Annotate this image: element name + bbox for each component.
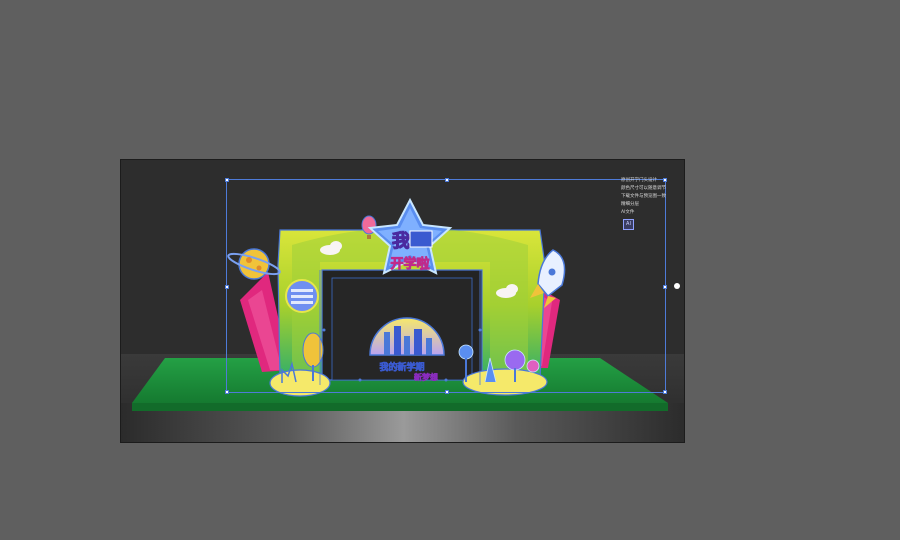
resize-handle-bottom-left[interactable] [225,390,229,394]
note-line: 下载文件与预览图一致 [621,194,666,199]
design-notes: 原创开学门头设计 颜色尺寸可以随意调节 下载文件与预览图一致 精细分层 AI文件 [621,177,681,217]
resize-handle-middle-left[interactable] [225,285,229,289]
note-line: AI文件 [621,210,635,215]
note-line: 精细分层 [621,202,639,207]
resize-handle-bottom-center[interactable] [445,390,449,394]
resize-handle-top-left[interactable] [225,178,229,182]
note-line: 原创开学门头设计 [621,178,657,183]
ai-file-icon: AI [623,219,634,230]
rotate-handle[interactable] [674,283,680,289]
resize-handle-middle-right[interactable] [663,285,667,289]
resize-handle-bottom-right[interactable] [663,390,667,394]
resize-handle-top-center[interactable] [445,178,449,182]
note-line: 颜色尺寸可以随意调节 [621,186,666,191]
selection-bounding-box[interactable] [225,178,667,394]
